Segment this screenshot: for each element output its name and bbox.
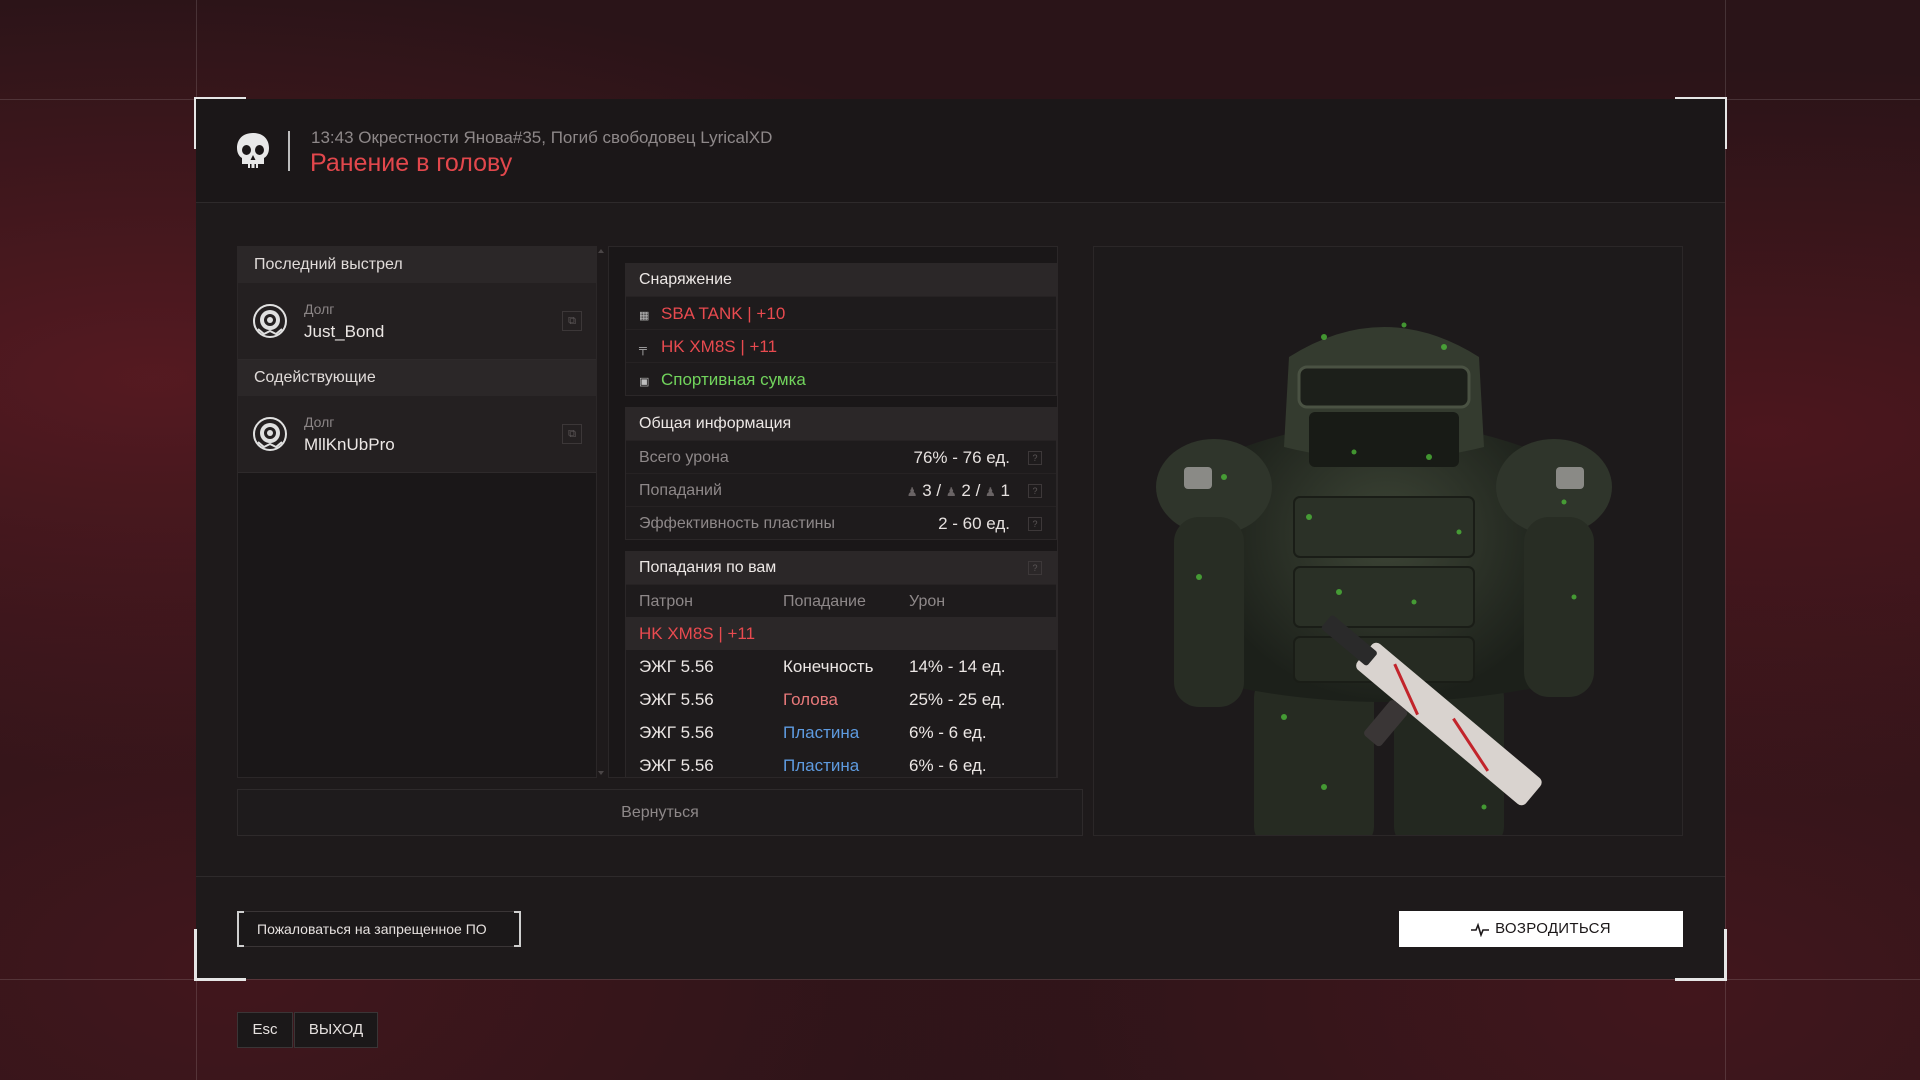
killer-entry[interactable]: Долг Just_Bond ⧉ bbox=[238, 283, 596, 360]
report-cheater-label: Пожаловаться на запрещенное ПО bbox=[257, 921, 487, 937]
hit-ammo: ЭЖГ 5.56 bbox=[639, 690, 714, 709]
total-damage-value: 76% - 76 ед. bbox=[913, 448, 1011, 467]
equipment-heading: Снаряжение bbox=[626, 264, 1056, 296]
respawn-button[interactable]: ВОЗРОДИТЬСЯ bbox=[1399, 911, 1683, 947]
left-scrollbar[interactable] bbox=[598, 249, 604, 775]
hit-damage: 6% - 6 ед. bbox=[909, 723, 987, 742]
assist-name: MllKnUbPro bbox=[304, 435, 395, 454]
hits-weapon-row: HK XM8S | +11 bbox=[626, 617, 1056, 650]
death-cause-title: Ранение в голову bbox=[310, 149, 513, 177]
copy-name-icon[interactable]: ⧉ bbox=[562, 311, 582, 331]
hit-zone: Пластина bbox=[783, 723, 860, 742]
hit-ammo: ЭЖГ 5.56 bbox=[639, 657, 714, 676]
respawn-label: ВОЗРОДИТЬСЯ bbox=[1495, 920, 1611, 937]
copy-name-icon[interactable]: ⧉ bbox=[562, 424, 582, 444]
total-damage-label: Всего урона bbox=[639, 449, 729, 466]
report-cheater-button[interactable]: Пожаловаться на запрещенное ПО bbox=[237, 911, 521, 947]
frame-line-right bbox=[1725, 0, 1726, 1080]
hit-damage: 14% - 14 ед. bbox=[909, 657, 1006, 676]
total-damage-row: Всего урона 76% - 76 ед. ? bbox=[626, 440, 1056, 473]
hits-table-header: Патрон Попадание Урон bbox=[626, 584, 1056, 617]
equipment-item: ╤ HK XM8S | +11 bbox=[626, 329, 1056, 362]
backpack-icon: ▣ bbox=[639, 376, 650, 388]
duty-faction-icon bbox=[253, 417, 287, 451]
armor-icon: ▦ bbox=[639, 310, 650, 322]
hits-on-you-heading: Попадания по вам ? bbox=[626, 552, 1056, 584]
table-row: ЭЖГ 5.56 Пластина 6% - 6 ед. bbox=[626, 716, 1056, 749]
table-row: ЭЖГ 5.56 Конечность 14% - 14 ед. bbox=[626, 650, 1056, 683]
hits-count-row: Попаданий ♟ 3 / ♟ 2 / ♟ 1 ? bbox=[626, 473, 1056, 506]
equipment-box: Снаряжение ▦ SBA TANK | +10 ╤ HK XM8S | +1… bbox=[625, 263, 1057, 396]
equipment-item: ▦ SBA TANK | +10 bbox=[626, 296, 1056, 329]
hit-ammo: ЭЖГ 5.56 bbox=[639, 723, 714, 742]
assist-entry[interactable]: Долг MllKnUbPro ⧉ bbox=[238, 396, 596, 473]
help-icon[interactable]: ? bbox=[1028, 561, 1042, 575]
col-damage: Урон bbox=[909, 593, 946, 610]
duty-faction-icon bbox=[253, 304, 287, 338]
equipment-armor: SBA TANK | +10 bbox=[661, 304, 786, 323]
hit-ammo: ЭЖГ 5.56 bbox=[639, 756, 714, 775]
hits-count-label: Попаданий bbox=[639, 482, 722, 499]
footer-divider bbox=[196, 876, 1725, 877]
killers-panel: Последний выстрел Долг Just_Bond ⧉ Содей… bbox=[237, 246, 597, 778]
button-bracket bbox=[514, 911, 521, 947]
hits-on-you-title: Попадания по вам bbox=[639, 559, 777, 576]
death-event-info: 13:43 Окрестности Янова#35, Погиб свобод… bbox=[311, 128, 773, 147]
body-icon: ♟ bbox=[906, 485, 918, 499]
last-shot-heading: Последний выстрел bbox=[238, 247, 596, 283]
plate-efficiency-row: Эффективность пластины 2 - 60 ед. ? bbox=[626, 506, 1056, 539]
killer-model-view bbox=[1093, 246, 1683, 836]
killer-faction: Долг bbox=[304, 301, 335, 317]
body-icon: ♟ bbox=[945, 485, 957, 499]
button-bracket bbox=[237, 911, 244, 947]
general-info-heading: Общая информация bbox=[626, 408, 1056, 440]
general-info-box: Общая информация Всего урона 76% - 76 ед… bbox=[625, 407, 1057, 540]
killer-name: Just_Bond bbox=[304, 322, 385, 341]
separator: / bbox=[975, 481, 981, 500]
assist-faction: Долг bbox=[304, 414, 335, 430]
equipment-weapon: HK XM8S | +11 bbox=[661, 337, 778, 356]
hit-damage: 6% - 6 ед. bbox=[909, 756, 987, 775]
hits-count-value: ♟ 3 / ♟ 2 / ♟ 1 bbox=[907, 474, 1010, 509]
help-icon[interactable]: ? bbox=[1028, 484, 1042, 498]
hit-zone: Пластина bbox=[783, 756, 860, 775]
pulse-icon bbox=[1471, 922, 1490, 938]
back-button[interactable]: Вернуться bbox=[237, 789, 1083, 836]
hits-limbs: 1 bbox=[1000, 481, 1010, 500]
body-icon: ♟ bbox=[985, 485, 996, 499]
hit-damage: 25% - 25 ед. bbox=[909, 690, 1006, 709]
help-icon[interactable]: ? bbox=[1028, 517, 1042, 531]
equipment-item: ▣ Спортивная сумка bbox=[626, 362, 1056, 395]
skull-icon bbox=[237, 133, 269, 168]
hits-on-you-box: Попадания по вам ? Патрон Попадание Урон… bbox=[625, 551, 1057, 777]
equipment-backpack: Спортивная сумка bbox=[661, 370, 806, 389]
rifle-icon: ╤ bbox=[639, 343, 647, 355]
plate-efficiency-value: 2 - 60 ед. bbox=[938, 514, 1010, 533]
hits-head: 2 bbox=[961, 481, 971, 500]
armored-character-image bbox=[1156, 322, 1612, 835]
help-icon[interactable]: ? bbox=[1028, 451, 1042, 465]
death-screen-window: 13:43 Окрестности Янова#35, Погиб свобод… bbox=[194, 97, 1727, 981]
assists-heading: Содействующие bbox=[238, 360, 596, 396]
col-zone: Попадание bbox=[783, 593, 866, 610]
frame-line-bottom bbox=[0, 979, 1920, 980]
hits-torso: 3 bbox=[922, 481, 932, 500]
table-row: ЭЖГ 5.56 Пластина 6% - 6 ед. bbox=[626, 749, 1056, 777]
exit-button[interactable]: ВЫХОД bbox=[294, 1012, 378, 1048]
col-ammo: Патрон bbox=[639, 593, 694, 610]
header-divider bbox=[288, 131, 290, 171]
plate-efficiency-label: Эффективность пластины bbox=[639, 515, 836, 532]
death-header: 13:43 Окрестности Янова#35, Погиб свобод… bbox=[196, 99, 1725, 203]
table-row: ЭЖГ 5.56 Голова 25% - 25 ед. bbox=[626, 683, 1056, 716]
hit-zone: Голова bbox=[783, 690, 839, 709]
esc-key-hint: Esc bbox=[237, 1012, 293, 1048]
separator: / bbox=[936, 481, 942, 500]
hit-zone: Конечность bbox=[783, 657, 874, 676]
details-panel: Снаряжение ▦ SBA TANK | +10 ╤ HK XM8S | +1… bbox=[608, 246, 1058, 778]
